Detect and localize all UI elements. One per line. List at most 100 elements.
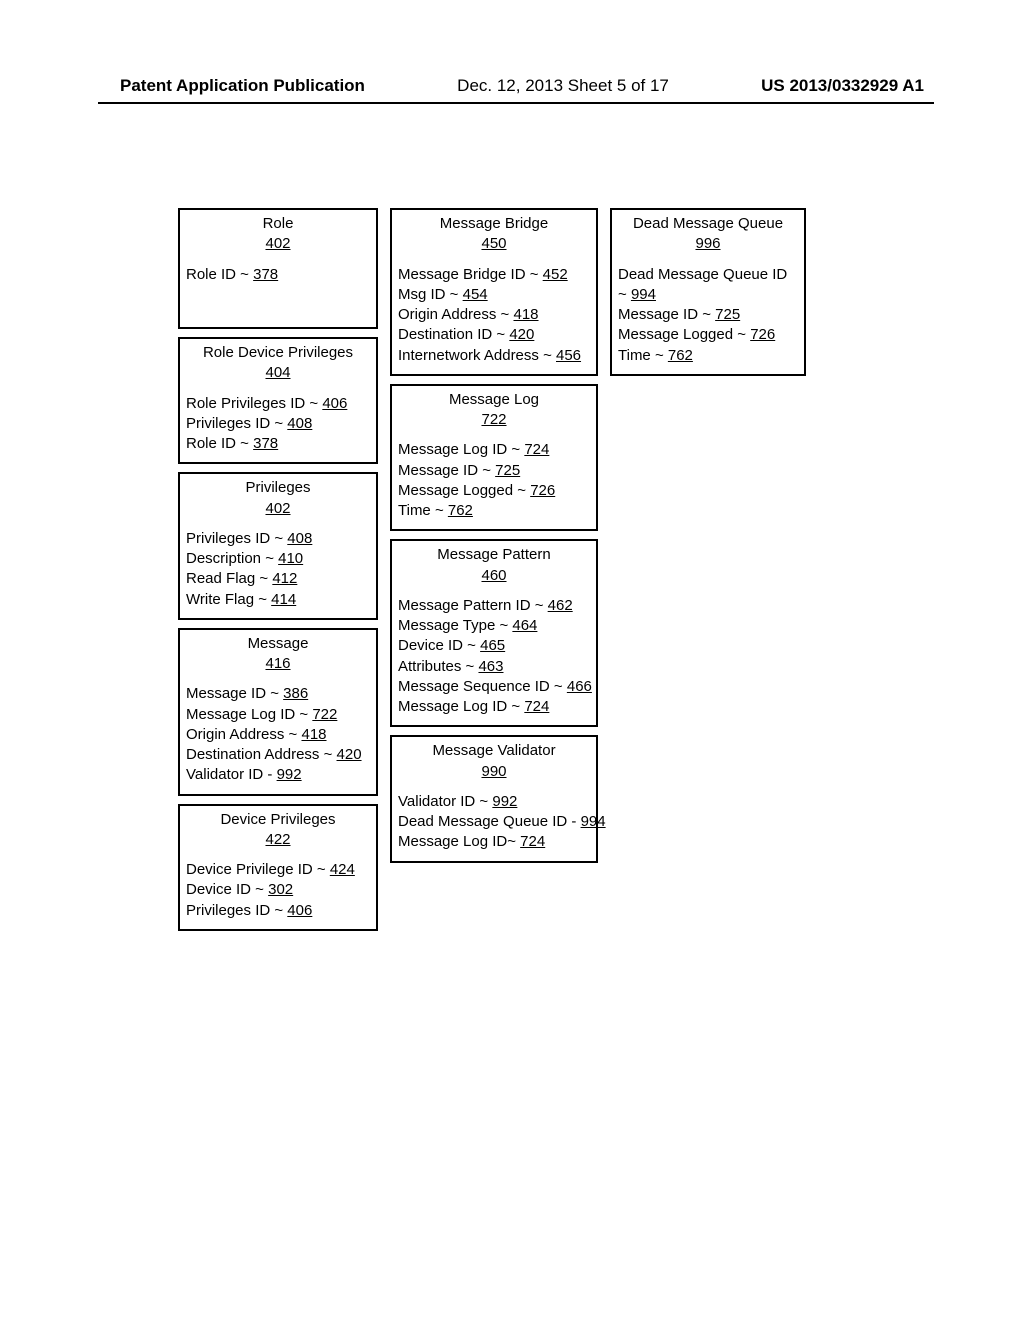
field: Privileges ID ~ 406	[186, 901, 370, 921]
fld-ref: 418	[301, 726, 326, 743]
fld-label: Message ID ~	[186, 685, 283, 702]
fld-label: Role Privileges ID ~	[186, 395, 322, 412]
fld-ref: 725	[495, 462, 520, 479]
fld-label: Write Flag ~	[186, 591, 271, 608]
field: Write Flag ~ 414	[186, 590, 370, 610]
fld-label: Privileges ID ~	[186, 415, 287, 432]
field: Message Logged ~ 726	[398, 481, 590, 501]
field: Role ID ~ 378	[186, 434, 370, 454]
field: Message ID ~ 725	[618, 305, 798, 325]
col-3: Dead Message Queue 996 Dead Message Queu…	[610, 208, 806, 384]
title-num: 422	[265, 831, 290, 848]
fld-ref: 726	[750, 326, 775, 343]
title-num: 416	[265, 655, 290, 672]
fld-label: Description ~	[186, 550, 278, 567]
date-sheet: Dec. 12, 2013 Sheet 5 of 17	[457, 76, 669, 96]
fld-ref: 465	[480, 637, 505, 654]
fld-label: Message Log ID ~	[186, 706, 312, 723]
box-message-pattern: Message Pattern 460 Message Pattern ID ~…	[390, 539, 598, 727]
fld-ref: 408	[287, 530, 312, 547]
field: Message Log ID~ 724	[398, 832, 590, 852]
fld-ref: 462	[548, 597, 573, 614]
field: Message Sequence ID ~ 466	[398, 677, 590, 697]
fld-label: Privileges ID ~	[186, 530, 287, 547]
title-text: Dead Message Queue	[633, 215, 783, 232]
fld-label: Destination Address ~	[186, 746, 337, 763]
fld-label: Message Type ~	[398, 617, 512, 634]
fld-ref: 456	[556, 347, 581, 364]
fld-label: Time ~	[618, 347, 668, 364]
fld-ref: 378	[253, 435, 278, 452]
box-message-validator: Message Validator 990 Validator ID ~ 992…	[390, 735, 598, 862]
box-title: Message Validator 990	[398, 741, 590, 792]
fld-ref: 420	[509, 326, 534, 343]
field: Message Log ID ~ 724	[398, 697, 590, 717]
fld-label: Validator ID ~	[398, 793, 492, 810]
field: Time ~ 762	[618, 346, 798, 366]
fld-ref: 992	[492, 793, 517, 810]
fld-label: Message Logged ~	[618, 326, 750, 343]
fld-label: Message Logged ~	[398, 482, 530, 499]
col-1: Role 402 Role ID ~ 378 Role Device Privi…	[178, 208, 378, 939]
field: Internetwork Address ~ 456	[398, 346, 590, 366]
field: Destination ID ~ 420	[398, 325, 590, 345]
box-title: Role Device Privileges 404	[186, 343, 370, 394]
box-title: Role 402	[186, 214, 370, 265]
header-rule	[98, 102, 934, 104]
title-text: Message Bridge	[440, 215, 548, 232]
box-message: Message 416 Message ID ~ 386 Message Log…	[178, 628, 378, 796]
field: Role ID ~ 378	[186, 265, 370, 285]
title-num: 996	[695, 235, 720, 252]
box-title: Privileges 402	[186, 478, 370, 529]
fld-label: Device ID ~	[186, 881, 268, 898]
box-message-bridge: Message Bridge 450 Message Bridge ID ~ 4…	[390, 208, 598, 376]
fld-label: Attributes ~	[398, 658, 478, 675]
fld-ref: 386	[283, 685, 308, 702]
fld-ref: 726	[530, 482, 555, 499]
fld-label: Time ~	[398, 502, 448, 519]
field: Msg ID ~ 454	[398, 285, 590, 305]
fld-ref: 302	[268, 881, 293, 898]
box-title: Device Privileges 422	[186, 810, 370, 861]
fld-ref: 463	[478, 658, 503, 675]
field: Message ID ~ 725	[398, 461, 590, 481]
field: Origin Address ~ 418	[186, 725, 370, 745]
field: Message Bridge ID ~ 452	[398, 265, 590, 285]
col-2: Message Bridge 450 Message Bridge ID ~ 4…	[390, 208, 598, 871]
field: Description ~ 410	[186, 549, 370, 569]
fld-ref: 466	[567, 678, 592, 695]
box-message-log: Message Log 722 Message Log ID ~ 724 Mes…	[390, 384, 598, 532]
fld-label: Origin Address ~	[186, 726, 301, 743]
field: Time ~ 762	[398, 501, 590, 521]
fld-ref: 406	[287, 902, 312, 919]
title-text: Role Device Privileges	[203, 344, 353, 361]
fld-label: Privileges ID ~	[186, 902, 287, 919]
field: Role Privileges ID ~ 406	[186, 394, 370, 414]
fld-ref: 762	[448, 502, 473, 519]
fld-label: Destination ID ~	[398, 326, 509, 343]
field: Message Type ~ 464	[398, 616, 590, 636]
field: Validator ID ~ 992	[398, 792, 590, 812]
field: Dead Message Queue ID ~ 994	[618, 265, 798, 306]
title-num: 404	[265, 364, 290, 381]
title-text: Message Validator	[432, 742, 555, 759]
box-title: Message Pattern 460	[398, 545, 590, 596]
fld-ref: 464	[512, 617, 537, 634]
field: Message ID ~ 386	[186, 684, 370, 704]
title-text: Role	[263, 215, 294, 232]
fld-ref: 414	[271, 591, 296, 608]
fld-label: Internetwork Address ~	[398, 347, 556, 364]
fld-ref: 724	[520, 833, 545, 850]
box-title: Dead Message Queue 996	[618, 214, 798, 265]
field: Message Pattern ID ~ 462	[398, 596, 590, 616]
pub-number: US 2013/0332929 A1	[761, 76, 924, 96]
field: Message Log ID ~ 724	[398, 440, 590, 460]
fld-ref: 722	[312, 706, 337, 723]
title-text: Message Log	[449, 391, 539, 408]
fld-label: Dead Message Queue ID -	[398, 813, 581, 830]
fld-ref: 408	[287, 415, 312, 432]
fld-ref: 454	[463, 286, 488, 303]
field: Device ID ~ 465	[398, 636, 590, 656]
fld-label: Message ID ~	[618, 306, 715, 323]
fld-ref: 424	[330, 861, 355, 878]
